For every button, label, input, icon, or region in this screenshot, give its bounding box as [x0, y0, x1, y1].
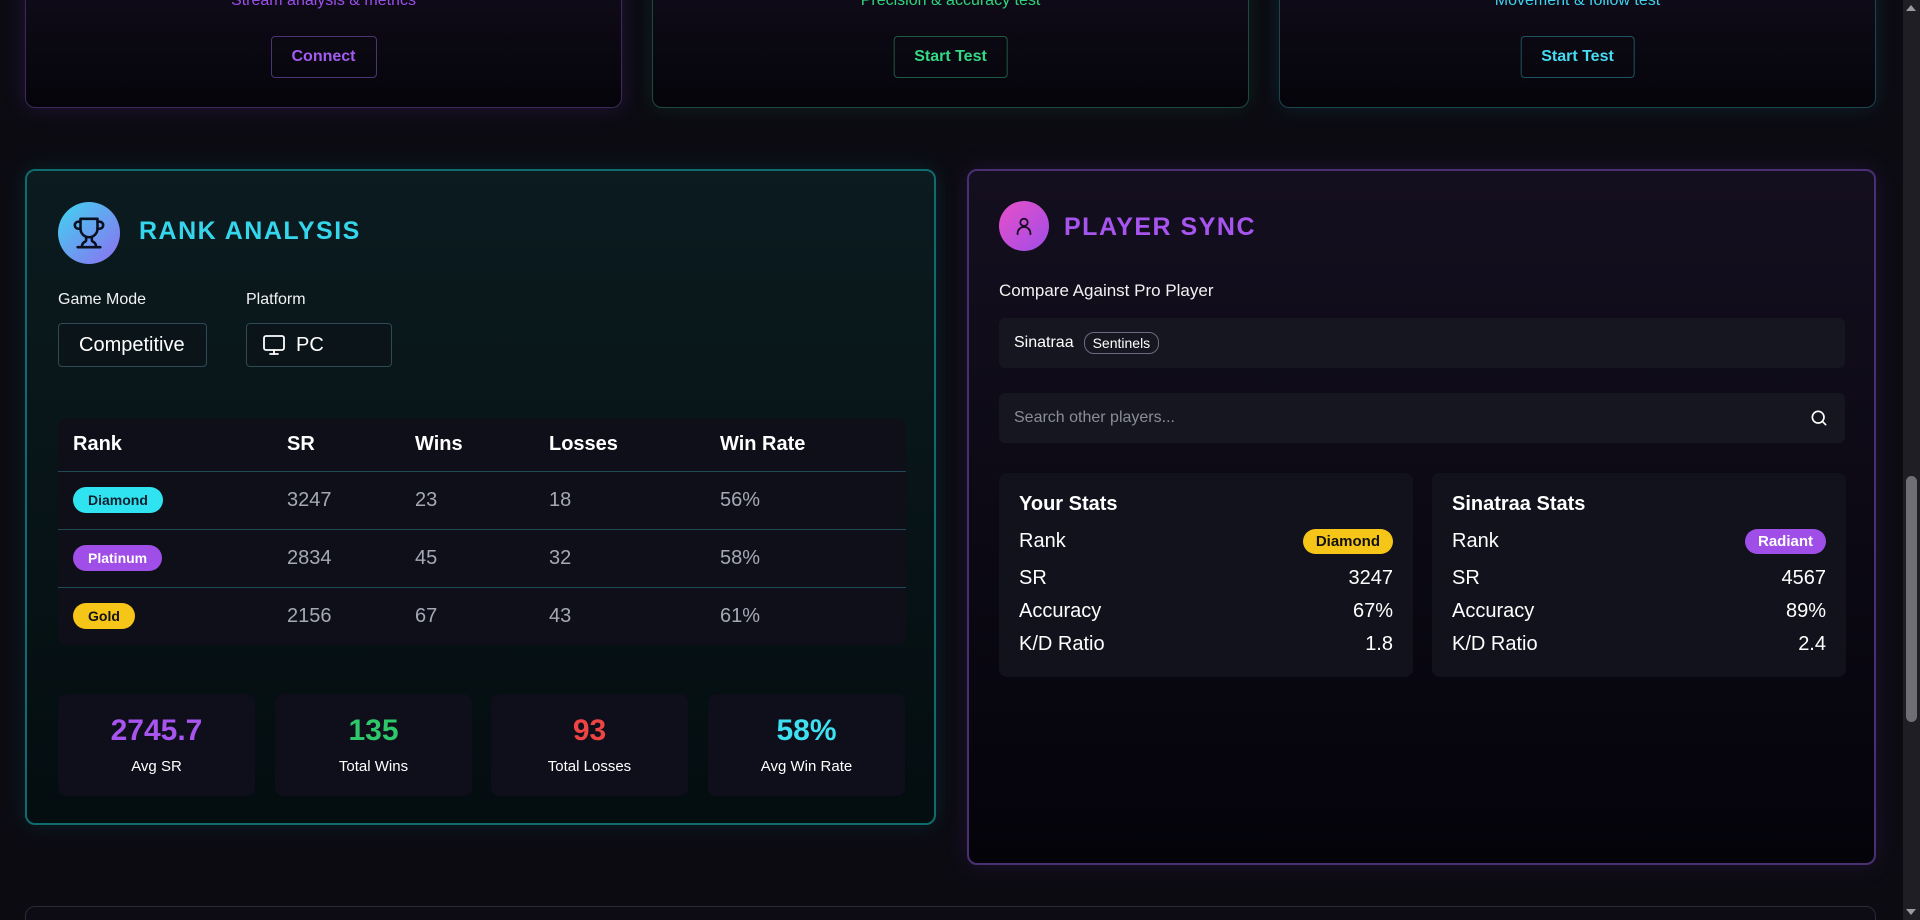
column-header-wins: Wins [400, 418, 534, 472]
precision-start-test-button[interactable]: Start Test [893, 36, 1008, 78]
stat-value: 89% [1785, 599, 1826, 622]
total-wins-value: 135 [348, 714, 399, 747]
stat-row-kd: K/D Ratio 2.4 [1452, 631, 1826, 657]
scroll-down-icon[interactable] [1906, 909, 1916, 915]
losses-cell: 43 [549, 604, 572, 627]
stat-row-accuracy: Accuracy 67% [1019, 598, 1393, 624]
stat-label: SR [1452, 566, 1480, 589]
platform-value: PC [296, 333, 324, 356]
search-icon[interactable] [1809, 408, 1829, 428]
stat-row-kd: K/D Ratio 1.8 [1019, 631, 1393, 657]
stat-label: SR [1019, 566, 1047, 589]
total-losses-value: 93 [572, 714, 607, 747]
stat-row-rank: Rank Diamond [1019, 528, 1393, 554]
rank-badge: Diamond [73, 487, 163, 513]
scrollbar-thumb[interactable] [1906, 476, 1917, 722]
total-wins-label: Total Wins [338, 758, 409, 775]
stat-value: 1.8 [1365, 632, 1393, 655]
avg-sr-stat: 2745.7 Avg SR [58, 694, 255, 796]
movement-start-test-button[interactable]: Start Test [1520, 36, 1635, 78]
losses-cell: 18 [534, 471, 705, 530]
stat-label: Rank [1452, 529, 1499, 552]
total-wins-stat: 135 Total Wins [275, 694, 472, 796]
user-icon [999, 201, 1049, 251]
column-header-losses: Losses [534, 418, 705, 472]
your-stats-title: Your Stats [1019, 493, 1118, 515]
rank-badge: Gold [73, 603, 135, 630]
stream-card: Stream analysis & metrics Connect [25, 0, 622, 108]
stat-label: K/D Ratio [1019, 632, 1105, 655]
table-row: Gold 2156 67 43 61% [58, 587, 906, 645]
column-header-win-rate: Win Rate [705, 418, 906, 472]
monitor-icon [262, 333, 286, 357]
connect-button[interactable]: Connect [270, 36, 377, 78]
column-header-sr: SR [272, 418, 400, 472]
stat-label: K/D Ratio [1452, 632, 1538, 655]
your-stats-panel: Your Stats Rank Diamond SR 3247 Accuracy… [999, 473, 1413, 677]
trophy-icon [58, 202, 120, 264]
platform-label: Platform [246, 291, 306, 308]
stream-card-subtitle: Stream analysis & metrics [231, 0, 416, 9]
stat-row-rank: Rank Radiant [1452, 528, 1826, 554]
game-mode-value: Competitive [79, 333, 185, 356]
movement-card-subtitle: Movement & follow test [1494, 0, 1661, 9]
rank-analysis-card: RANK ANALYSIS Game Mode Competitive Plat… [25, 169, 936, 825]
wins-cell: 67 [415, 604, 438, 627]
player-search [999, 393, 1845, 443]
stat-row-sr: SR 4567 [1452, 565, 1826, 591]
rank-badge: Diamond [1302, 528, 1393, 554]
stat-value: 67% [1352, 599, 1393, 622]
next-section-card [25, 906, 1876, 920]
table-header-row: Rank SR Wins Losses Win Rate [58, 418, 906, 472]
wins-cell: 45 [400, 529, 534, 588]
stat-label: Accuracy [1019, 599, 1102, 622]
stat-row-sr: SR 3247 [1019, 565, 1393, 591]
platform-select[interactable]: PC [246, 323, 392, 367]
movement-card: Movement & follow test Start Test [1279, 0, 1876, 108]
stat-label: Accuracy [1452, 599, 1535, 622]
table-row: Platinum 2834 45 32 58% [58, 529, 906, 588]
avg-win-rate-value: 58% [776, 714, 837, 747]
win-rate-cell: 61% [720, 604, 761, 627]
scroll-up-icon[interactable] [1906, 5, 1916, 11]
stat-row-accuracy: Accuracy 89% [1452, 598, 1826, 624]
game-mode-label: Game Mode [58, 291, 147, 308]
win-rate-cell: 58% [705, 529, 906, 588]
team-tag: Sentinels [1083, 332, 1160, 354]
rank-analysis-title: RANK ANALYSIS [139, 217, 361, 245]
player-sync-title: PLAYER SYNC [1064, 213, 1257, 241]
pro-player-name: Sinatraa [1014, 334, 1074, 351]
rank-badge: Radiant [1744, 528, 1826, 554]
compare-label: Compare Against Pro Player [999, 281, 1214, 300]
sr-cell: 2156 [287, 604, 332, 627]
rank-table: Rank SR Wins Losses Win Rate Diamond 324… [58, 418, 906, 645]
pro-stats-title: Sinatraa Stats [1452, 493, 1586, 515]
wins-cell: 23 [400, 471, 534, 530]
stat-value: 4567 [1781, 566, 1827, 589]
stat-label: Rank [1019, 529, 1066, 552]
avg-win-rate-label: Avg Win Rate [760, 758, 853, 775]
total-losses-stat: 93 Total Losses [491, 694, 688, 796]
stat-value: 2.4 [1798, 632, 1826, 655]
column-header-rank: Rank [58, 418, 272, 472]
precision-card-subtitle: Precision & accuracy test [860, 0, 1041, 9]
avg-win-rate-stat: 58% Avg Win Rate [708, 694, 905, 796]
rank-badge: Platinum [73, 545, 163, 571]
sr-cell: 2834 [272, 529, 400, 588]
search-input[interactable] [1014, 393, 1774, 443]
win-rate-cell: 56% [705, 471, 906, 530]
game-mode-select[interactable]: Competitive [58, 323, 207, 367]
stat-value: 3247 [1348, 566, 1394, 589]
player-sync-card: PLAYER SYNC Compare Against Pro Player S… [967, 169, 1876, 865]
precision-card: Precision & accuracy test Start Test [652, 0, 1249, 108]
avg-sr-label: Avg SR [131, 758, 182, 775]
page-scrollbar[interactable] [1903, 0, 1920, 920]
table-row: Diamond 3247 23 18 56% [58, 471, 906, 530]
avg-sr-value: 2745.7 [110, 714, 203, 747]
total-losses-label: Total Losses [547, 758, 632, 775]
selected-pro-player[interactable]: Sinatraa Sentinels [999, 318, 1845, 368]
sr-cell: 3247 [272, 471, 400, 530]
pro-stats-panel: Sinatraa Stats Rank Radiant SR 4567 Accu… [1432, 473, 1846, 677]
losses-cell: 32 [534, 529, 705, 588]
